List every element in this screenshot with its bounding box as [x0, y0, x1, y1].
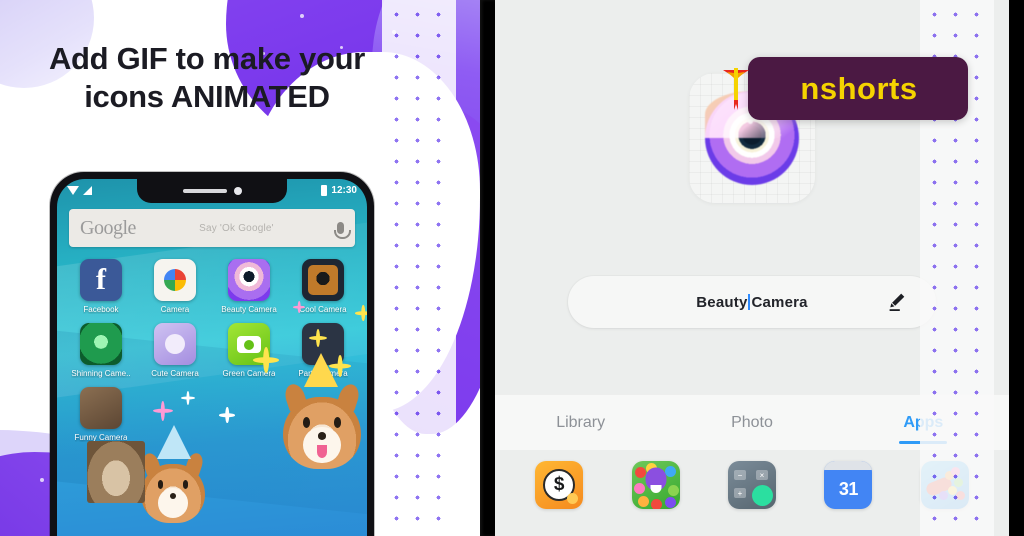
funny-camera-icon[interactable]: [80, 387, 122, 429]
doge-sticker-large: [282, 377, 362, 469]
bubble: [664, 497, 676, 508]
app-cell-empty: [215, 387, 283, 442]
calculator-icon[interactable]: − × +: [727, 461, 776, 509]
doge-eye: [303, 417, 311, 428]
party-hat-icon: [157, 425, 191, 459]
calendar-date: 31: [838, 479, 859, 499]
app-name-before-caret: Beauty: [696, 293, 748, 311]
app-label: Camera: [160, 305, 190, 314]
app-label: Shinning Came..: [71, 369, 131, 378]
bubble: [637, 496, 649, 507]
search-hint-text: Say 'Ok Google': [199, 222, 274, 234]
sparkle-dot: [40, 478, 44, 482]
app-row: f Facebook Camera Beauty Camera Cool Cam…: [67, 259, 357, 314]
google-search-widget[interactable]: Google Say 'Ok Google': [69, 209, 355, 247]
headline-line-1: Add GIF to make your: [48, 41, 366, 76]
hamster-sticker: [87, 441, 145, 503]
cash-app-badge: [567, 493, 579, 504]
cool-camera-lens: [308, 265, 338, 295]
calculator-key: −: [733, 470, 746, 480]
bubble: [633, 483, 645, 494]
app-label: Facebook: [83, 305, 119, 314]
app-label: Green Camera: [222, 369, 276, 378]
decorative-dot-pattern-left: [382, 0, 456, 536]
battery-icon: [321, 184, 328, 196]
app-cell-green-camera[interactable]: Green Camera: [215, 323, 283, 378]
promo-headline: Add GIF to make your icons ANIMATED: [0, 40, 414, 116]
calculator-key: +: [733, 488, 746, 498]
status-left-icons: [67, 185, 92, 195]
cool-camera-icon[interactable]: [302, 259, 344, 301]
app-cell-funny-camera[interactable]: Funny Camera: [67, 387, 135, 442]
front-camera-icon: [233, 187, 242, 195]
bubble: [650, 499, 662, 509]
doge-nose: [169, 492, 177, 499]
earpiece-speaker: [182, 189, 227, 193]
app-cell-shinning-camera[interactable]: Shinning Came..: [67, 323, 135, 378]
calculator-key: ×: [755, 470, 768, 480]
status-right-icons: 12:30: [321, 184, 357, 196]
app-cell-facebook[interactable]: f Facebook: [67, 259, 135, 314]
phone-notch: [137, 179, 287, 203]
signal-icon: [83, 185, 92, 195]
tnshorts-watermark: nshorts: [723, 57, 968, 120]
app-cell-camera[interactable]: Camera: [141, 259, 209, 314]
party-hat-icon: [304, 353, 338, 387]
doge-eye: [182, 480, 189, 489]
phone-screen: 12:30 Google Say 'Ok Google' f Facebook: [57, 179, 367, 536]
app-label: Beauty Camera: [221, 305, 277, 314]
app-cell-cool-camera[interactable]: Cool Camera: [289, 259, 357, 314]
camera-body: [237, 335, 261, 353]
tab-photo[interactable]: Photo: [666, 395, 837, 450]
microphone-icon[interactable]: [334, 222, 351, 239]
app-cell-beauty-camera[interactable]: Beauty Camera: [215, 259, 283, 314]
tab-library[interactable]: Library: [495, 395, 666, 450]
calendar-icon[interactable]: 31: [824, 461, 873, 509]
panel-divider-left: [480, 0, 495, 536]
app-name-value: Beauty Camera: [696, 293, 808, 311]
app-name-after-caret: Camera: [751, 293, 808, 311]
facebook-icon[interactable]: f: [80, 259, 122, 301]
pencil-icon[interactable]: [886, 290, 910, 314]
doge-eye: [333, 417, 341, 428]
promo-panel: Add GIF to make your icons ANIMATED 12:3…: [0, 0, 480, 536]
app-label: Cool Camera: [299, 305, 347, 314]
status-time: 12:30: [331, 184, 357, 196]
calculator-accent: [751, 485, 773, 506]
cute-camera-icon[interactable]: [154, 323, 196, 365]
headline-line-2: icons ANIMATED: [84, 78, 330, 114]
camera-lens: [164, 269, 186, 291]
shinning-camera-icon[interactable]: [80, 323, 122, 365]
panel-divider-right: [1009, 0, 1024, 536]
beauty-camera-icon[interactable]: [228, 259, 270, 301]
wifi-icon: [67, 185, 79, 195]
character-mouth: [650, 485, 662, 493]
phone-mockup: 12:30 Google Say 'Ok Google' f Facebook: [50, 172, 374, 536]
cash-app-icon[interactable]: $: [535, 461, 584, 509]
watermark-label: nshorts: [800, 71, 918, 106]
app-cell-cute-camera[interactable]: Cute Camera: [141, 323, 209, 378]
screenshot-root: Add GIF to make your icons ANIMATED 12:3…: [0, 0, 1024, 536]
tnshorts-t-logo-icon: [723, 67, 749, 110]
app-name-input[interactable]: Beauty Camera: [568, 276, 936, 328]
app-label: Cute Camera: [151, 369, 199, 378]
bubble: [667, 485, 679, 496]
green-camera-icon[interactable]: [228, 323, 270, 365]
google-logo: Google: [80, 216, 136, 239]
doge-eye: [157, 480, 164, 489]
sparkle-dot: [300, 14, 304, 18]
doge-nose: [318, 432, 326, 440]
calendar-header: [824, 461, 873, 470]
camera-icon[interactable]: [154, 259, 196, 301]
bubble: [664, 466, 676, 477]
bubble-shooter-game-icon[interactable]: [631, 461, 680, 509]
bubble: [634, 467, 646, 478]
cute-camera-lens: [165, 334, 185, 354]
